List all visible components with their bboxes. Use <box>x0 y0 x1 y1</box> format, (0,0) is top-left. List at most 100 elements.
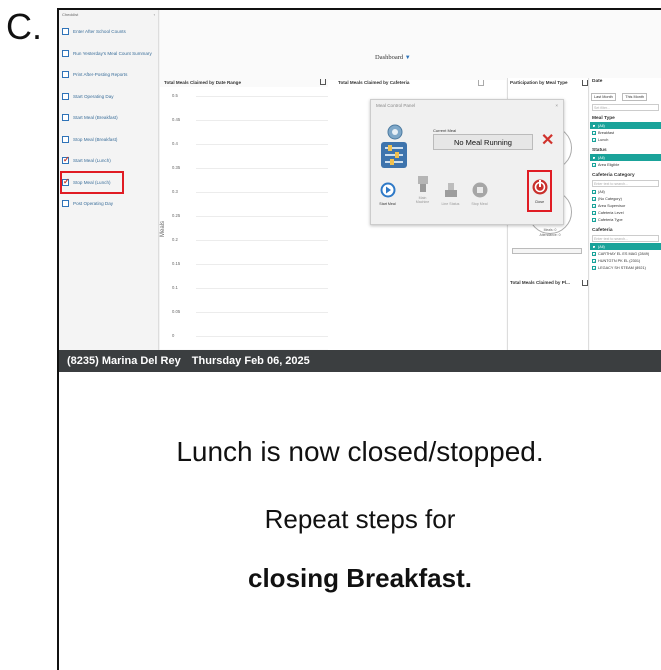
filter-checkbox[interactable]: ✓ <box>592 196 596 201</box>
filter-option[interactable]: ✓ HUNTGTN PK EL (2301) <box>590 257 661 264</box>
filter-option-label: Lunch <box>598 137 609 142</box>
filter-option[interactable]: ✓ Area Eligible <box>590 161 661 168</box>
checklist-item-label: Start Meal (Breakfast) <box>73 115 118 121</box>
this-month-button[interactable]: This Month <box>622 93 648 101</box>
app-screenshot: Checklist ‹ Enter After School Counts Run… <box>59 10 661 372</box>
filter-checkbox[interactable]: ✓ <box>592 258 596 263</box>
checklist-item-label: Stop Meal (Breakfast) <box>73 136 118 142</box>
checklist-item[interactable]: Stop Meal (Breakfast) <box>59 129 158 151</box>
panel-title-date-range: Total Meals Claimed by Date Range <box>164 80 242 85</box>
date-filter-input[interactable]: Set filter... <box>592 104 659 111</box>
checkbox[interactable] <box>62 114 69 122</box>
checkbox[interactable] <box>62 71 69 79</box>
filter-checkbox[interactable]: ✓ <box>592 210 596 215</box>
filter-checkbox[interactable]: ✓ <box>592 244 596 249</box>
filter-option[interactable]: ✓ (All) <box>590 188 661 195</box>
checked-checkbox[interactable] <box>62 177 70 186</box>
main-machine-button[interactable]: Main Machine <box>412 172 433 209</box>
checklist-item[interactable]: Start Operating Day <box>59 86 158 108</box>
filter-checkbox[interactable]: ✓ <box>592 155 596 160</box>
checklist-item-label: Start Operating Day <box>73 93 114 99</box>
checkbox[interactable] <box>62 92 69 100</box>
filter-option[interactable]: ✓ Cafeteria Level <box>590 209 661 216</box>
filter-option[interactable]: ✓ Lunch <box>590 136 661 143</box>
current-meal-label: Current Meal <box>433 128 457 133</box>
export-icon[interactable] <box>478 80 484 86</box>
checkbox[interactable] <box>62 49 69 57</box>
cafeteria-filter-title: Cafeteria <box>592 228 613 233</box>
filter-checkbox[interactable]: ✓ <box>592 123 596 128</box>
last-month-button[interactable]: Last Month <box>591 93 616 101</box>
horizontal-scrollbar[interactable] <box>512 248 582 254</box>
checklist-item-label: Stop Meal (Lunch) <box>73 179 111 185</box>
current-meal-value: No Meal Running <box>433 134 533 150</box>
filter-checkbox[interactable]: ✓ <box>592 130 596 135</box>
y-tick-label: 0.3 <box>172 189 178 194</box>
filter-checkbox[interactable]: ✓ <box>592 217 596 222</box>
y-tick-label: 0.15 <box>172 261 181 266</box>
status-filter-title: Status <box>592 148 607 153</box>
filter-option[interactable]: ✓ (No Category) <box>590 195 661 202</box>
stop-meal-button[interactable]: Stop Meal <box>469 178 490 215</box>
filter-option[interactable]: ✓ CARTHAY EL ES MAG (2849) <box>590 250 661 257</box>
checklist-item[interactable]: Print After-Posting Reports <box>59 64 158 86</box>
line-status-button[interactable]: Line Status <box>440 178 461 215</box>
dialog-header: Meal Control Panel × <box>371 100 563 113</box>
site-label: (8235) Marina Del Rey <box>67 355 181 367</box>
checklist-item[interactable]: Start Meal (Lunch) <box>59 150 158 172</box>
filter-option-label: CARTHAY EL ES MAG (2849) <box>598 251 650 256</box>
checklist-title: Checklist <box>62 12 79 17</box>
export-icon[interactable] <box>320 79 326 85</box>
checkbox[interactable] <box>62 28 69 36</box>
y-tick-label: 0.2 <box>172 237 178 242</box>
filter-option-label: Breakfast <box>598 130 615 135</box>
filter-icon[interactable]: ▼ <box>405 55 411 61</box>
start-meal-button[interactable]: Start Meal <box>377 178 398 215</box>
checkbox[interactable] <box>62 200 69 208</box>
panel-title-cafeteria: Total Meals Claimed by Cafeteria <box>338 80 410 85</box>
filter-option[interactable]: ✓ Area Supervisor <box>590 202 661 209</box>
filter-option-label: HUNTGTN PK EL (2301) <box>598 258 641 263</box>
checklist-item[interactable]: Start Meal (Breakfast) <box>59 107 158 129</box>
filter-option[interactable]: ✓ (All) <box>590 122 661 129</box>
filter-checkbox[interactable]: ✓ <box>592 251 596 256</box>
export-icon[interactable] <box>582 80 588 86</box>
dashboard-title: Dashboard ▼ <box>375 54 411 61</box>
filter-checkbox[interactable]: ✓ <box>592 265 596 270</box>
filter-option[interactable]: ✓ LEGACY SH STEAM (8921) <box>590 264 661 271</box>
filter-checkbox[interactable]: ✓ <box>592 137 596 142</box>
checkbox[interactable] <box>62 135 69 143</box>
checked-checkbox[interactable] <box>62 155 70 165</box>
filter-option[interactable]: ✓ (All) <box>590 154 661 161</box>
filter-option-label: (All) <box>598 244 605 249</box>
filter-option[interactable]: ✓ Cafeteria Type <box>590 216 661 223</box>
filter-checkbox[interactable]: ✓ <box>592 189 596 194</box>
dialog-title: Meal Control Panel <box>376 103 416 108</box>
checklist-header: Checklist ‹ <box>59 10 158 21</box>
close-icon[interactable]: × <box>555 103 558 110</box>
checklist-item[interactable]: Post Operating Day <box>59 193 158 215</box>
filter-option[interactable]: ✓ Breakfast <box>590 129 661 136</box>
caption-line-2: Repeat steps for <box>264 504 456 534</box>
stop-meal-label: Stop Meal <box>471 202 488 206</box>
dashboard-title-text: Dashboard <box>375 54 404 61</box>
y-tick-label: 0.1 <box>172 285 178 290</box>
line-status-icon <box>444 183 457 197</box>
meal-control-icon <box>381 124 407 168</box>
checklist-item[interactable]: Stop Meal (Lunch) <box>60 170 124 194</box>
export-icon[interactable] <box>582 280 588 286</box>
filter-option[interactable]: ✓ (All) <box>590 243 661 250</box>
filter-checkbox[interactable]: ✓ <box>592 203 596 208</box>
checklist-item[interactable]: Run Yesterday's Meal Count Summary <box>59 43 158 65</box>
filter-option-label: Cafeteria Level <box>598 210 624 215</box>
start-meal-label: Start Meal <box>379 202 396 206</box>
checklist-item[interactable]: Enter After School Counts <box>59 21 158 43</box>
checklist-item-label: Print After-Posting Reports <box>73 72 128 78</box>
panel-title-participation: Participation by Meal Type <box>510 80 568 85</box>
close-meal-button[interactable]: Close <box>527 170 552 212</box>
cafeteria-search-input[interactable]: Enter text to search... <box>592 235 659 242</box>
category-search-input[interactable]: Enter text to search... <box>592 180 659 187</box>
collapse-icon[interactable]: ‹ <box>154 12 155 19</box>
status-list: ✓ (All) ✓ Area Eligible <box>590 154 661 168</box>
filter-checkbox[interactable]: ✓ <box>592 162 596 167</box>
